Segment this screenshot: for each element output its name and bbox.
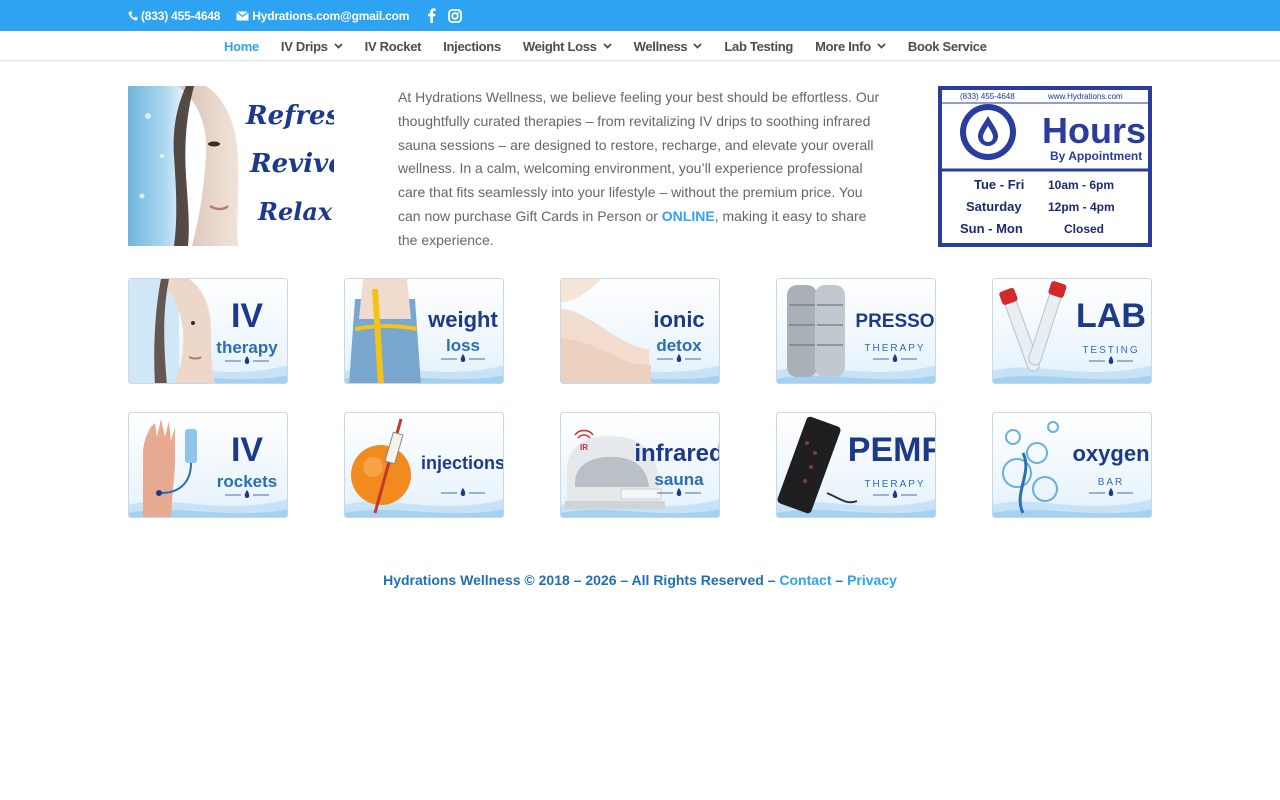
refresh-revive-relax-banner: Refresh Revive Relax xyxy=(128,86,334,246)
facebook-link[interactable] xyxy=(427,8,436,23)
intro-paragraph: At Hydrations Wellness, we believe feeli… xyxy=(398,86,888,253)
phone-contact[interactable]: (833) 455-4648 xyxy=(128,9,220,23)
tile-title: injections xyxy=(421,453,504,473)
nav-item-label: Weight Loss xyxy=(522,38,597,54)
email-text: Hydrations.com@gmail.com xyxy=(252,8,410,23)
chevron-down-icon xyxy=(603,43,612,49)
online-gift-card-link[interactable]: ONLINE xyxy=(662,208,715,224)
hours-time-3: Closed xyxy=(1064,222,1104,236)
nav-item-weight-loss[interactable]: Weight Loss xyxy=(523,39,612,54)
compression-suit-icon xyxy=(787,285,845,377)
service-tile-presso-therapy[interactable]: PRESSO THERAPY xyxy=(776,278,936,384)
footer: Hydrations Wellness © 2018 – 2026 – All … xyxy=(0,572,1280,588)
chevron-down-icon xyxy=(334,43,343,49)
face-icon xyxy=(129,279,215,383)
nav-item-label: IV Rocket xyxy=(364,38,422,54)
tile-title: IV xyxy=(231,431,263,469)
hero-line-relax: Relax xyxy=(257,197,333,226)
hours-time-1: 10am - 6pm xyxy=(1048,178,1114,192)
privacy-link[interactable]: Privacy xyxy=(847,572,897,588)
service-tile-ionic-detox[interactable]: ionic detox xyxy=(560,278,720,384)
tile-title: oxygen xyxy=(1072,441,1149,466)
hours-days-1: Tue - Fri xyxy=(974,177,1024,192)
nav-item-label: Book Service xyxy=(907,38,987,54)
tile-title: LAB xyxy=(1076,297,1146,335)
service-tile-weight-loss[interactable]: weight loss xyxy=(344,278,504,384)
nav-item-label: Injections xyxy=(443,38,501,54)
hours-title: Hours xyxy=(1042,110,1146,151)
tile-subtitle: rockets xyxy=(217,472,277,491)
nav-item-iv-drips[interactable]: IV Drips xyxy=(281,39,343,54)
hydrations-logo-icon xyxy=(960,104,1016,160)
phone-text: (833) 455-4648 xyxy=(141,8,221,23)
nav-item-label: IV Drips xyxy=(280,38,328,54)
tile-title: IV xyxy=(231,297,263,335)
hero-line-refresh: Refresh xyxy=(245,101,334,131)
envelope-icon xyxy=(236,10,250,20)
tile-title: PRESSO xyxy=(855,311,934,332)
copyright-text: Hydrations Wellness © 2018 – 2026 – All … xyxy=(383,572,780,588)
tile-subtitle: BAR xyxy=(1098,477,1125,488)
tile-subtitle: sauna xyxy=(654,470,704,489)
nav-item-label: More Info xyxy=(815,38,871,54)
ir-badge-text: IR xyxy=(580,443,588,452)
nav-item-book-service[interactable]: Book Service xyxy=(908,39,987,54)
tile-subtitle: THERAPY xyxy=(864,343,925,354)
main-navigation: Home IV Drips IV Rocket Injections Weight Lo… xyxy=(0,31,1280,61)
tile-title: weight xyxy=(427,307,498,332)
hours-days-2: Saturday xyxy=(966,199,1022,214)
tile-subtitle: TESTING xyxy=(1082,345,1139,356)
nav-item-wellness[interactable]: Wellness xyxy=(634,39,703,54)
nav-item-label: Wellness xyxy=(633,38,688,54)
nav-item-more-info[interactable]: More Info xyxy=(815,39,886,54)
service-tile-infrared-sauna[interactable]: IR infrared sauna xyxy=(560,412,720,518)
nav-item-iv-rocket[interactable]: IV Rocket xyxy=(365,39,422,54)
email-contact[interactable]: Hydrations.com@gmail.com xyxy=(236,9,409,23)
tile-subtitle: detox xyxy=(656,336,702,355)
intro-text: At Hydrations Wellness, we believe feeli… xyxy=(398,89,880,224)
service-tile-iv-rockets[interactable]: IV rockets xyxy=(128,412,288,518)
tile-title: infrared xyxy=(634,440,720,467)
service-tile-oxygen-bar[interactable]: oxygen BAR xyxy=(992,412,1152,518)
footer-separator: – xyxy=(831,572,848,588)
chevron-down-icon xyxy=(693,43,703,49)
hours-site: www.Hydrations.com xyxy=(1047,92,1123,101)
hero-line-revive: Revive xyxy=(249,149,334,179)
instagram-icon xyxy=(448,8,463,23)
hours-subtitle: By Appointment xyxy=(1050,149,1142,163)
tile-subtitle: THERAPY xyxy=(864,479,925,490)
nav-item-lab-testing[interactable]: Lab Testing xyxy=(724,39,793,54)
service-tile-pemf-therapy[interactable]: PEMF THERAPY xyxy=(776,412,936,518)
top-bar: (833) 455-4648 Hydrations.com@gmail.com xyxy=(0,0,1280,31)
service-tile-iv-therapy[interactable]: IV therapy xyxy=(128,278,288,384)
hours-days-3: Sun - Mon xyxy=(960,221,1023,236)
tile-title: PEMF xyxy=(848,431,936,469)
hours-time-2: 12pm - 4pm xyxy=(1048,200,1115,214)
chevron-down-icon xyxy=(877,43,886,49)
nav-item-injections[interactable]: Injections xyxy=(443,39,501,54)
tile-subtitle: therapy xyxy=(216,338,278,357)
instagram-link[interactable] xyxy=(448,8,463,23)
service-tile-injections[interactable]: injections xyxy=(344,412,504,518)
hours-card: (833) 455-4648 www.Hydrations.com Hours … xyxy=(938,86,1152,247)
service-tile-lab-testing[interactable]: LAB TESTING xyxy=(992,278,1152,384)
contact-link[interactable]: Contact xyxy=(779,572,831,588)
phone-icon xyxy=(128,11,138,20)
tile-subtitle: loss xyxy=(446,336,480,355)
facebook-icon xyxy=(428,8,436,23)
nav-item-label: Home xyxy=(224,38,259,54)
hours-phone: (833) 455-4648 xyxy=(960,92,1015,101)
tile-title: ionic xyxy=(653,307,704,332)
nav-item-label: Lab Testing xyxy=(724,38,794,54)
nav-item-home[interactable]: Home xyxy=(224,39,259,54)
